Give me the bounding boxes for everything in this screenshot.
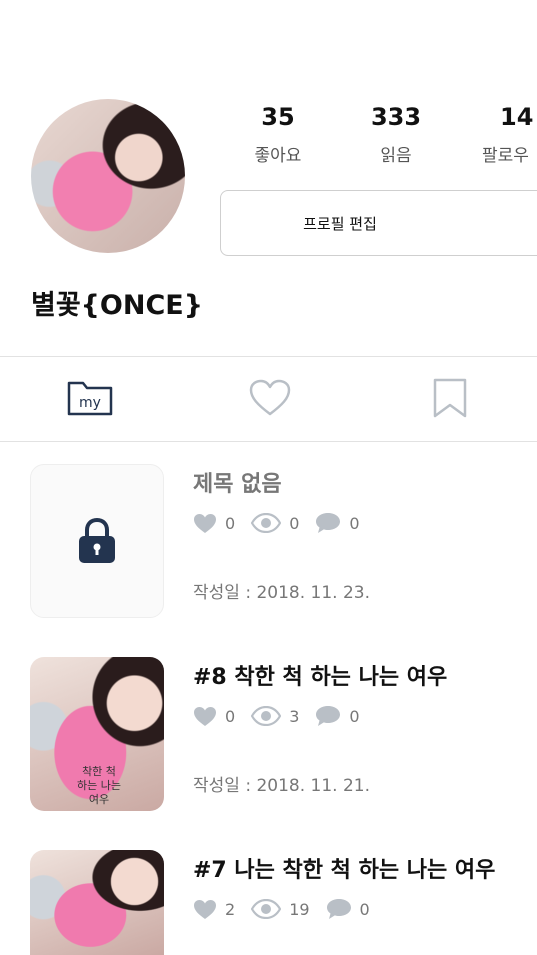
post-title[interactable]: #7 나는 착한 척 하는 나는 여우 — [193, 852, 495, 884]
like-count: 2 — [225, 899, 236, 919]
thumbnail-caption: 착한 척 하는 나는 여우 — [77, 765, 121, 806]
view-icon — [251, 706, 282, 726]
view-count: 3 — [289, 706, 300, 726]
stat-likes-value: 35 — [261, 103, 295, 131]
profile-username: 별꽃{ONCE} — [31, 290, 203, 321]
profile-avatar[interactable] — [31, 99, 185, 253]
stat-follow-label: 팔로우 — [482, 146, 529, 166]
stat-follow[interactable]: 14 팔로우 — [470, 103, 537, 166]
like-icon — [193, 899, 217, 920]
post-meta: 0 3 0 — [193, 705, 376, 727]
post-thumbnail-locked[interactable] — [30, 464, 164, 618]
stat-reads-value: 333 — [370, 103, 422, 131]
post-thumbnail[interactable] — [30, 850, 164, 955]
post-title[interactable]: #8 착한 척 하는 나는 여우 — [193, 659, 447, 691]
post-date: 작성일 : 2018. 11. 21. — [193, 776, 371, 796]
stat-reads[interactable]: 333 읽음 — [351, 103, 441, 166]
post-thumbnail[interactable]: 착한 척 하는 나는 여우 — [30, 657, 164, 811]
lock-icon — [79, 517, 115, 563]
comment-icon — [326, 898, 352, 920]
tab-my-label: my — [79, 395, 101, 411]
view-icon — [251, 899, 282, 919]
tab-bookmarks[interactable] — [425, 375, 475, 421]
like-icon — [193, 513, 217, 534]
like-icon — [193, 706, 217, 727]
tab-my[interactable]: my — [65, 375, 115, 421]
like-count: 0 — [225, 513, 236, 533]
comment-icon — [315, 705, 341, 727]
tab-likes[interactable] — [245, 375, 295, 421]
divider-tabs — [0, 441, 537, 442]
post-date: 작성일 : 2018. 11. 23. — [193, 583, 371, 603]
view-count: 0 — [289, 513, 300, 533]
stat-follow-value: 14 — [500, 103, 534, 131]
folder-my-icon: my — [67, 381, 113, 416]
comment-count: 0 — [349, 513, 360, 533]
stat-likes[interactable]: 35 좋아요 — [233, 103, 323, 166]
stat-likes-label: 좋아요 — [254, 146, 302, 166]
view-icon — [251, 513, 282, 533]
comment-count: 0 — [349, 706, 360, 726]
comment-icon — [315, 512, 341, 534]
post-meta: 2 19 0 — [193, 898, 386, 920]
view-count: 19 — [289, 899, 310, 919]
post-meta: 0 0 0 — [193, 512, 376, 534]
heart-icon — [249, 379, 291, 416]
bookmark-icon — [433, 378, 467, 418]
comment-count: 0 — [359, 899, 370, 919]
like-count: 0 — [225, 706, 236, 726]
stat-reads-label: 읽음 — [380, 146, 412, 166]
post-title[interactable]: 제목 없음 — [193, 466, 282, 498]
edit-profile-button[interactable]: 프로필 편집 — [220, 190, 537, 256]
divider-top — [0, 356, 537, 357]
